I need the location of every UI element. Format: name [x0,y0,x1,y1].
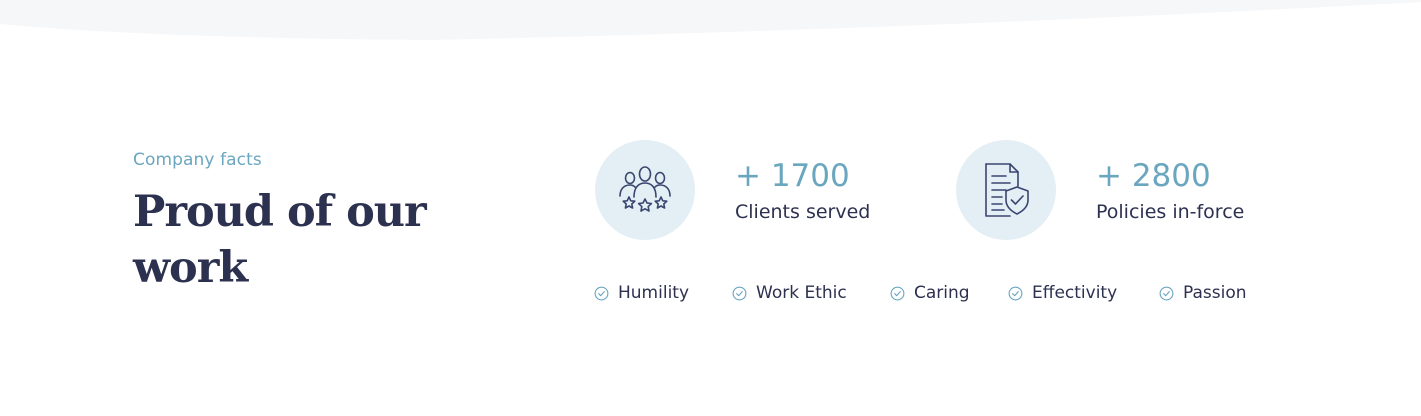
check-circle-icon [594,286,609,300]
fact-text: + 2800 Policies in-force [1096,140,1244,225]
clients-count: + 1700 [735,158,850,194]
value-item: Passion [1159,280,1247,306]
section-title: Proud of our work [133,187,427,293]
value-item: Humility [594,280,689,306]
policies-count: + 2800 [1096,158,1211,194]
policy-shield-icon [985,163,1029,217]
clients-label: Clients served [735,201,871,223]
value-label: Humility [618,283,690,303]
check-circle-icon [732,286,747,300]
top-wave-divider [0,0,1421,40]
fact-text: + 1700 Clients served [735,140,870,225]
value-item: Effectivity [1008,280,1117,306]
check-circle-icon [1159,286,1174,300]
policies-label: Policies in-force [1096,201,1245,223]
section-header: Company facts Proud of our work [133,148,453,296]
value-label: Caring [914,283,970,303]
fact-icon-wrapper [956,140,1056,240]
fact-icon-wrapper [595,140,695,240]
value-item: Work Ethic [732,280,847,306]
value-label: Passion [1183,283,1247,303]
fact-policies: + 2800 Policies in-force [956,140,1244,240]
check-circle-icon [1008,286,1023,300]
value-label: Effectivity [1032,283,1118,303]
section-eyebrow: Company facts [133,150,262,170]
value-label: Work Ethic [756,283,847,303]
team-stars-icon [619,166,671,212]
value-item: Caring [890,280,970,306]
fact-clients: + 1700 Clients served [595,140,870,240]
check-circle-icon [890,286,905,300]
